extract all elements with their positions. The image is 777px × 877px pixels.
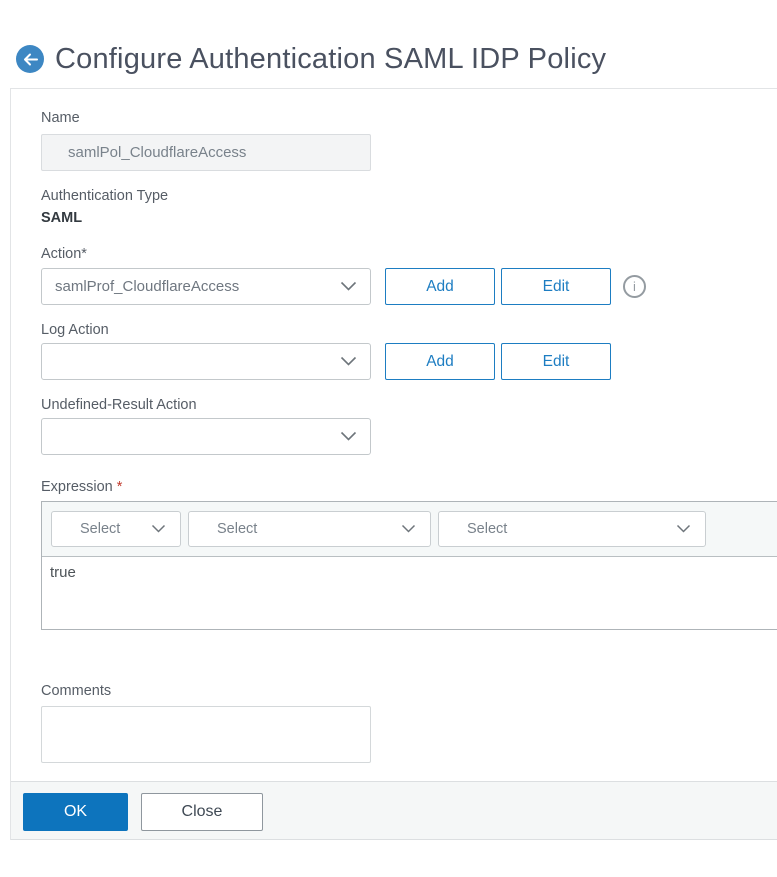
ok-button[interactable]: OK (23, 793, 128, 831)
action-select-value: samlProf_CloudflareAccess (55, 278, 240, 295)
chevron-down-icon (401, 520, 416, 538)
form-panel: Name Authentication Type SAML Action* sa… (10, 88, 777, 840)
log-action-add-button[interactable]: Add (385, 343, 495, 380)
required-asterisk: * (116, 479, 123, 495)
log-action-row: Add Edit (41, 343, 777, 380)
form-footer: OK Close (11, 781, 777, 840)
chevron-down-icon (676, 520, 691, 538)
expression-select-3[interactable]: Select (438, 511, 706, 547)
arrow-left-icon (23, 53, 38, 66)
close-button[interactable]: Close (141, 793, 263, 831)
chevron-down-icon (151, 520, 166, 538)
log-action-label: Log Action (41, 322, 109, 338)
chevron-down-icon (340, 428, 357, 446)
expression-label: Expression * (41, 478, 777, 496)
page-title: Configure Authentication SAML IDP Policy (55, 42, 607, 75)
action-row: samlProf_CloudflareAccess Add Edit i (41, 268, 777, 305)
chevron-down-icon (340, 278, 357, 296)
auth-type-value: SAML (41, 210, 83, 226)
expression-select-1[interactable]: Select (51, 511, 181, 547)
action-select[interactable]: samlProf_CloudflareAccess (41, 268, 371, 305)
action-label: Action* (41, 246, 87, 262)
chevron-down-icon (340, 353, 357, 371)
undefined-result-action-row (41, 418, 777, 455)
name-label: Name (41, 110, 80, 126)
expression-input[interactable]: true (42, 557, 777, 629)
auth-type-label: Authentication Type (41, 188, 169, 204)
log-action-edit-button[interactable]: Edit (501, 343, 611, 380)
undefined-result-action-label: Undefined-Result Action (41, 397, 197, 413)
page-header: Configure Authentication SAML IDP Policy (0, 0, 777, 88)
expression-select-2-value: Select (217, 521, 258, 537)
comments-label: Comments (41, 683, 112, 699)
expression-select-1-value: Select (80, 521, 121, 537)
name-input (41, 134, 371, 171)
undefined-result-action-select[interactable] (41, 418, 371, 455)
action-add-button[interactable]: Add (385, 268, 495, 305)
expression-label-text: Expression (41, 479, 113, 495)
log-action-select[interactable] (41, 343, 371, 380)
back-button[interactable] (16, 45, 44, 73)
comments-input[interactable] (41, 706, 371, 763)
expression-toolbar: Select Select Select (42, 502, 777, 557)
form-body: Name Authentication Type SAML Action* sa… (11, 89, 777, 763)
expression-select-3-value: Select (467, 521, 508, 537)
expression-select-2[interactable]: Select (188, 511, 431, 547)
info-icon[interactable]: i (623, 275, 646, 298)
action-edit-button[interactable]: Edit (501, 268, 611, 305)
expression-builder: Select Select Select true (41, 501, 777, 630)
